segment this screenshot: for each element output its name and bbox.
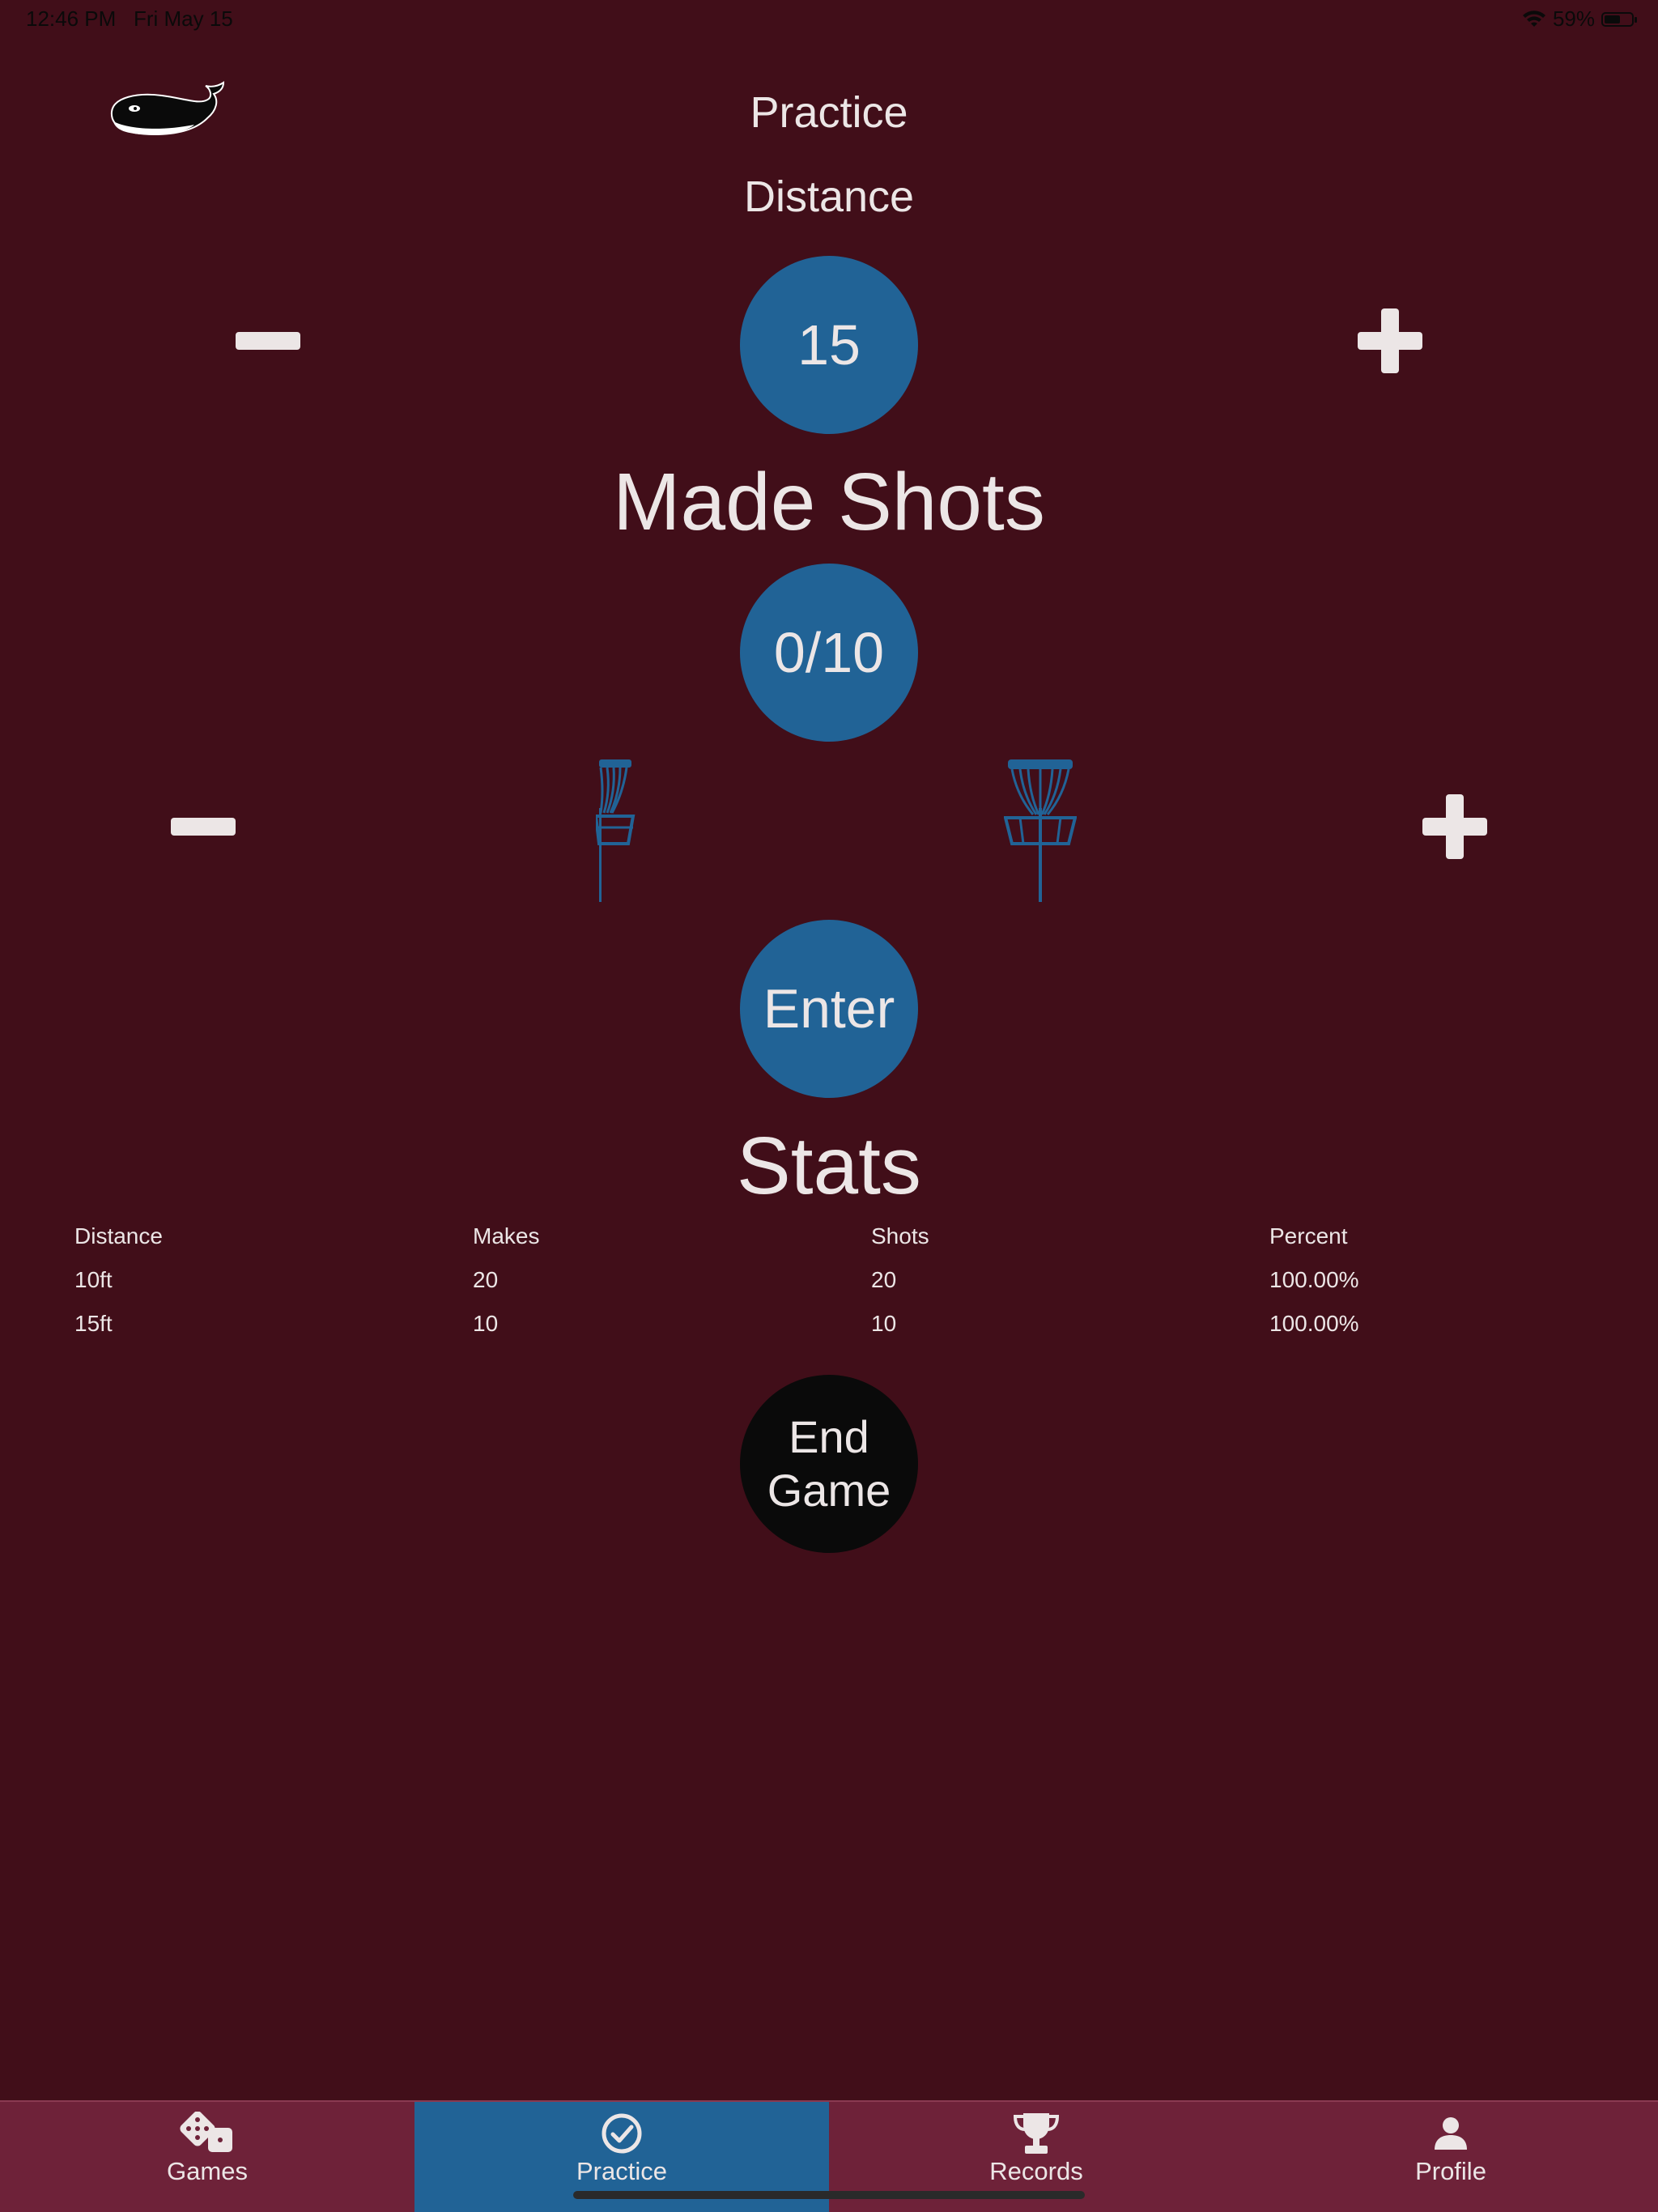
table-cell: 10 [473, 1311, 499, 1336]
table-cell: 10ft [74, 1267, 113, 1292]
status-date: Fri May 15 [133, 6, 233, 31]
page-title: Practice [750, 88, 908, 137]
trophy-icon [1013, 2113, 1060, 2154]
table-cell: 20 [473, 1267, 499, 1292]
status-bar-right: 59% [1522, 6, 1637, 32]
person-icon [1435, 2117, 1467, 2150]
table-cell: 100.00% [1269, 1267, 1359, 1292]
minus-icon [236, 332, 300, 350]
tab-label: Records [989, 2157, 1083, 2185]
plus-icon [1422, 794, 1487, 859]
plus-icon [1358, 308, 1422, 373]
made-shots-increase-button[interactable] [1418, 790, 1491, 863]
status-time: 12:46 PM [26, 6, 117, 31]
table-cell: 15ft [74, 1311, 113, 1336]
stats-table: Distance Makes Shots Percent 10ft 20 20 … [74, 1214, 1451, 1346]
column-header: Distance [74, 1223, 163, 1249]
table-cell: 10 [871, 1311, 897, 1336]
distance-value: 15 [740, 256, 918, 434]
column-header: Percent [1269, 1223, 1348, 1249]
tab-label: Practice [576, 2157, 667, 2185]
minus-icon [171, 818, 236, 836]
table-cell: 100.00% [1269, 1311, 1359, 1336]
enter-button[interactable]: Enter [740, 920, 918, 1098]
distance-label: Distance [743, 172, 915, 221]
end-game-button[interactable]: End Game [740, 1375, 918, 1553]
table-row: 15ft 10 10 100.00% [74, 1302, 1451, 1346]
stats-heading: Stats [737, 1121, 921, 1211]
column-header: Makes [473, 1223, 540, 1249]
stats-header-row: Distance Makes Shots Percent [74, 1214, 1451, 1258]
made-shots-heading: Made Shots [613, 457, 1045, 547]
tab-games[interactable]: Games [0, 2102, 414, 2212]
tab-label: Profile [1415, 2157, 1486, 2185]
made-shots-decrease-button[interactable] [167, 790, 240, 863]
table-cell: 20 [871, 1267, 897, 1292]
battery-icon [1601, 11, 1637, 27]
distance-increase-button[interactable] [1354, 304, 1426, 377]
table-row: 10ft 20 20 100.00% [74, 1258, 1451, 1302]
disc-golf-basket-icon[interactable] [1004, 759, 1077, 902]
home-indicator [573, 2191, 1085, 2199]
disc-golf-basket-icon[interactable] [596, 759, 636, 902]
tab-label: Games [167, 2157, 248, 2185]
check-circle-icon [602, 2113, 642, 2154]
distance-decrease-button[interactable] [232, 304, 304, 377]
battery-percent: 59% [1552, 6, 1595, 31]
wifi-icon [1522, 10, 1545, 27]
column-header: Shots [871, 1223, 929, 1249]
dice-icon [180, 2112, 232, 2152]
made-shots-value: 0/10 [740, 564, 918, 742]
status-bar-left: 12:46 PM Fri May 15 [26, 6, 233, 32]
tab-profile[interactable]: Profile [1244, 2102, 1658, 2212]
